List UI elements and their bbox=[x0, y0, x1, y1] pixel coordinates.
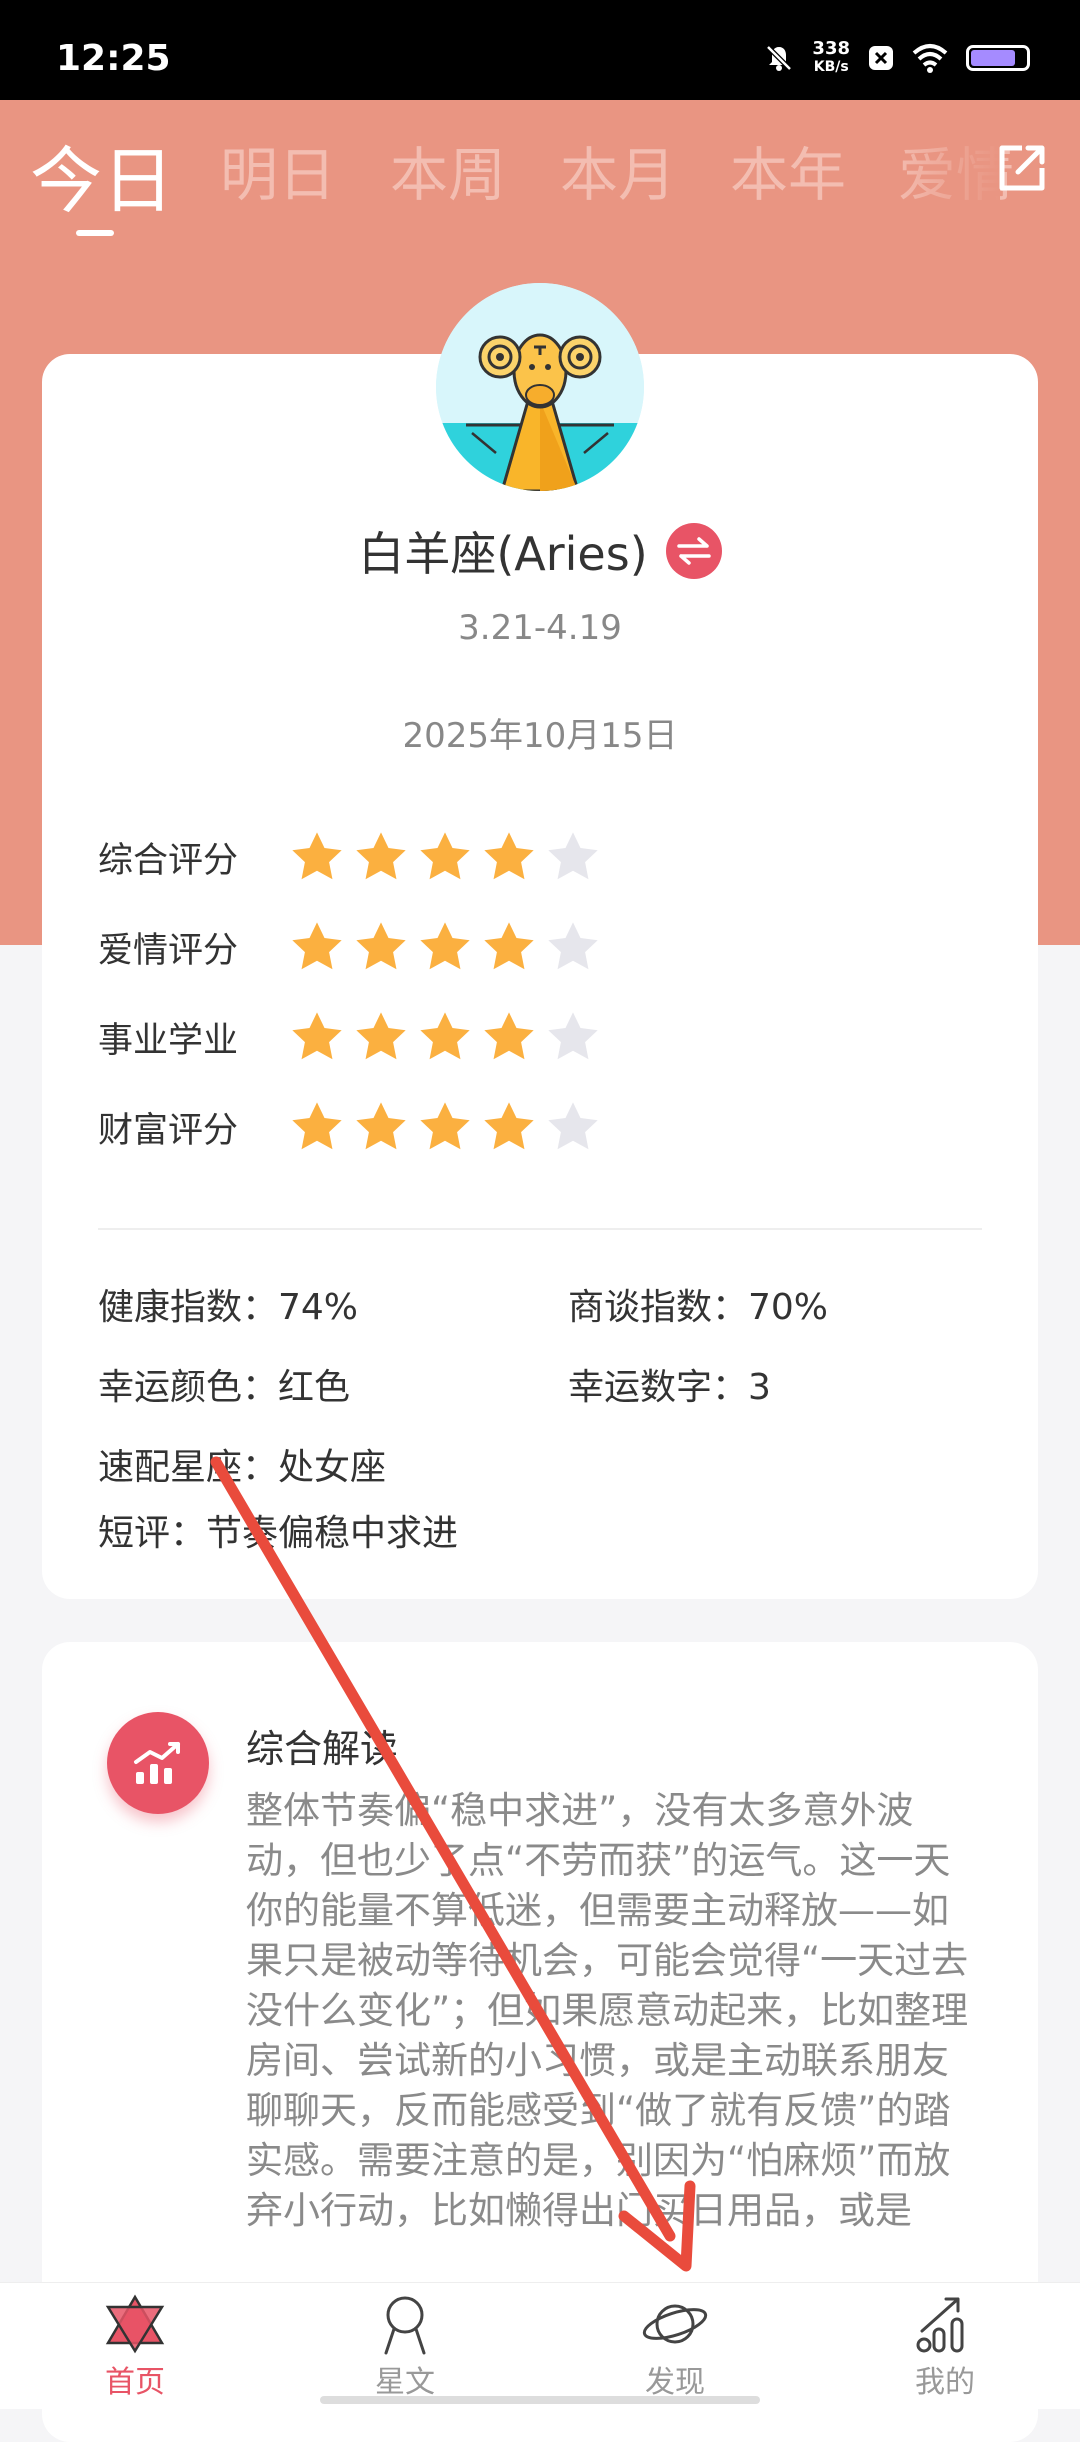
star-empty-icon bbox=[548, 832, 598, 880]
rating-career: 事业学业 bbox=[98, 1008, 602, 1066]
nav-label: 星文 bbox=[375, 2365, 435, 2400]
star-filled-icon bbox=[420, 832, 470, 880]
star-filled-icon bbox=[484, 832, 534, 880]
reading-title: 综合解读 bbox=[246, 1727, 399, 1771]
stats-icon bbox=[916, 2297, 964, 2353]
tab-tomorrow[interactable]: 明日 bbox=[220, 128, 336, 212]
tab-today[interactable]: 今日 bbox=[30, 122, 174, 227]
status-time: 12:25 bbox=[56, 38, 171, 79]
star-filled-icon bbox=[292, 1012, 342, 1060]
star-rating bbox=[288, 1098, 602, 1156]
rating-label: 爱情评分 bbox=[98, 930, 239, 971]
battery-icon bbox=[966, 45, 1030, 71]
star-rating bbox=[288, 1008, 602, 1066]
aries-ram-icon bbox=[436, 283, 644, 491]
nav-mine[interactable]: 我的 bbox=[865, 2293, 1025, 2401]
tab-this-week[interactable]: 本周 bbox=[390, 128, 506, 212]
star-filled-icon bbox=[292, 922, 342, 970]
rating-love: 爱情评分 bbox=[98, 918, 602, 976]
rating-label: 财富评分 bbox=[98, 1110, 239, 1151]
status-icons: 338 KB/s bbox=[764, 40, 1030, 76]
tab-this-month[interactable]: 本月 bbox=[560, 128, 676, 212]
star-filled-icon bbox=[356, 832, 406, 880]
sign-date-range: 3.21-4.19 bbox=[458, 608, 622, 648]
star-filled-icon bbox=[484, 922, 534, 970]
home-indicator[interactable] bbox=[320, 2396, 760, 2404]
wifi-icon bbox=[912, 44, 948, 73]
switch-sign-button[interactable] bbox=[665, 523, 722, 579]
star-empty-icon bbox=[548, 1012, 598, 1060]
sign-header: 白羊座(Aries) bbox=[0, 518, 1080, 584]
nav-label: 首页 bbox=[105, 2365, 165, 2400]
share-icon[interactable] bbox=[992, 138, 1052, 198]
nav-discover[interactable]: 发现 bbox=[595, 2293, 755, 2401]
star-filled-icon bbox=[292, 1102, 342, 1150]
net-speed: 338 KB/s bbox=[812, 38, 850, 76]
health-index: 健康指数：74% bbox=[98, 1287, 359, 1328]
nav-label: 发现 bbox=[645, 2365, 705, 2400]
star-filled-icon bbox=[420, 922, 470, 970]
status-bar: 12:25 338 KB/s bbox=[0, 0, 1080, 100]
rating-label: 事业学业 bbox=[98, 1020, 239, 1061]
star-rating bbox=[288, 828, 602, 886]
star-filled-icon bbox=[420, 1102, 470, 1150]
person-icon bbox=[384, 2296, 426, 2355]
reading-text: 整体节奏偏“稳中求进”，没有太多意外波动，但也少了点“不劳而获”的运气。这一天你… bbox=[246, 1789, 969, 2232]
nav-star-text[interactable]: 星文 bbox=[325, 2293, 485, 2401]
sign-name: 白羊座(Aries) bbox=[358, 527, 648, 581]
star-empty-icon bbox=[548, 922, 598, 970]
star-filled-icon bbox=[356, 922, 406, 970]
tab-fade bbox=[890, 128, 1000, 228]
star-filled-icon bbox=[484, 1012, 534, 1060]
rating-overall: 综合评分 bbox=[98, 828, 602, 886]
trend-chart-icon bbox=[107, 1712, 209, 1814]
rating-wealth: 财富评分 bbox=[98, 1098, 602, 1156]
divider bbox=[98, 1228, 982, 1230]
bottom-nav: 首页 星文 发现 我的 bbox=[0, 2282, 1080, 2409]
hexagram-icon bbox=[105, 2294, 165, 2354]
nav-label: 我的 bbox=[915, 2365, 975, 2400]
star-filled-icon bbox=[420, 1012, 470, 1060]
planet-icon bbox=[642, 2304, 708, 2344]
lucky-number: 幸运数字：3 bbox=[568, 1367, 771, 1408]
current-date: 2025年10月15日 bbox=[402, 716, 678, 756]
tab-this-year[interactable]: 本年 bbox=[730, 128, 846, 212]
star-filled-icon bbox=[484, 1102, 534, 1150]
star-filled-icon bbox=[292, 832, 342, 880]
period-tabs: 今日 明日 本周 本月 本年 爱情 bbox=[0, 128, 1080, 238]
negotiation-index: 商谈指数：70% bbox=[568, 1287, 829, 1328]
star-empty-icon bbox=[548, 1102, 598, 1150]
star-filled-icon bbox=[356, 1012, 406, 1060]
match-sign: 速配星座：处女座 bbox=[98, 1447, 387, 1488]
star-filled-icon bbox=[356, 1102, 406, 1150]
rating-label: 综合评分 bbox=[98, 840, 239, 881]
lucky-color: 幸运颜色：红色 bbox=[98, 1367, 351, 1408]
app-notification-icon bbox=[869, 46, 893, 70]
short-comment: 短评：节奏偏稳中求进 bbox=[98, 1513, 459, 1554]
mute-bell-icon bbox=[766, 45, 793, 71]
star-rating bbox=[288, 918, 602, 976]
active-tab-underline bbox=[76, 230, 114, 236]
nav-home[interactable]: 首页 bbox=[55, 2293, 215, 2401]
switch-icon bbox=[676, 537, 711, 565]
